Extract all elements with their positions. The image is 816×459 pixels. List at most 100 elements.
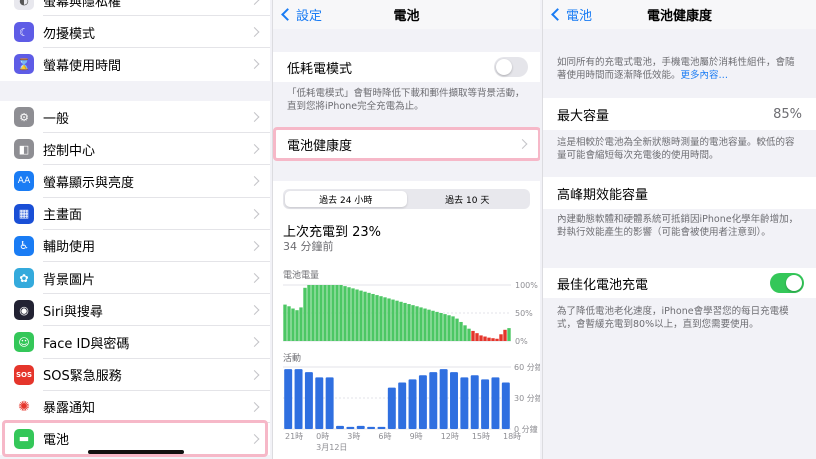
level-bar xyxy=(331,285,335,341)
settings-item-label: 螢幕與隱私權 xyxy=(43,0,122,10)
wallpaper-icon: ✿ xyxy=(14,268,34,289)
level-bar xyxy=(495,338,499,341)
level-bar xyxy=(411,305,415,341)
settings-item-general[interactable]: ⚙ 一般 xyxy=(0,101,270,134)
settings-item-control-center[interactable]: ◧ 控制中心 xyxy=(0,133,270,166)
settings-item-label: 勿擾模式 xyxy=(43,26,96,42)
settings-item-display[interactable]: AA 螢幕顯示與亮度 xyxy=(0,165,270,198)
level-bar xyxy=(347,287,351,341)
level-bar xyxy=(307,285,311,341)
chevron-left-icon xyxy=(551,8,564,21)
battery-level-chart: 電池電量 100% 50% 0% xyxy=(283,269,538,346)
level-bar xyxy=(355,289,359,341)
nav-bar: 電池 電池健康度 xyxy=(543,0,816,29)
x-tick-label: 18時 xyxy=(503,432,521,441)
tab-24-hours[interactable]: 過去 24 小時 xyxy=(285,191,407,207)
max-capacity-note: 這是相較於電池為全新狀態時測量的電池容量。較低的容量可能會縮短每次充電後的使用時… xyxy=(557,137,795,161)
optimized-charging-note: 為了降低電池老化速度，iPhone會學習您的每日充電模式，會暫緩充電到80%以上… xyxy=(557,306,789,330)
level-bar xyxy=(363,291,367,341)
settings-item-exposure[interactable]: ✺ 暴露通知 xyxy=(0,391,270,423)
page-title: 電池 xyxy=(393,9,420,24)
activity-bar xyxy=(398,382,407,429)
settings-item-wallpaper[interactable]: ✿ 背景圖片 xyxy=(0,262,270,295)
settings-item-home-screen[interactable]: ▦ 主畫面 xyxy=(0,198,270,230)
battery-health-row[interactable]: 電池健康度 xyxy=(273,130,540,158)
settings-item-dnd[interactable]: ☾ 勿擾模式 xyxy=(0,16,270,49)
peak-performance-label: 高峰期效能容量 xyxy=(557,187,649,203)
settings-item-label: 螢幕使用時間 xyxy=(43,58,122,74)
activity-bar xyxy=(429,372,438,429)
more-info-link[interactable]: 更多內容… xyxy=(681,70,729,81)
level-bar xyxy=(375,295,379,341)
low-power-label: 低耗電模式 xyxy=(287,61,353,77)
level-bar xyxy=(287,306,291,341)
chart-title: 電池電量 xyxy=(283,269,319,281)
settings-item-privacy[interactable]: ◐ 螢幕與隱私權 xyxy=(0,0,270,17)
x-tick-label: 15時 xyxy=(472,432,490,441)
level-bar xyxy=(439,313,443,341)
y-tick-label: 50% xyxy=(515,309,533,318)
activity-bar xyxy=(491,377,500,429)
x-tick-label: 3時 xyxy=(347,432,360,441)
settings-item-sos[interactable]: SOS SOS緊急服務 xyxy=(0,359,270,391)
display-brightness-icon: AA xyxy=(14,171,34,192)
level-bar xyxy=(335,285,339,341)
activity-bar xyxy=(336,425,344,429)
level-bar xyxy=(415,306,419,341)
x-tick-label: 12時 xyxy=(441,432,459,441)
settings-item-label: Face ID與密碼 xyxy=(43,336,130,352)
settings-item-label: 暴露通知 xyxy=(43,401,96,417)
control-center-icon: ◧ xyxy=(14,139,34,160)
activity-bar xyxy=(325,377,334,429)
level-bar xyxy=(447,315,451,341)
activity-bar xyxy=(377,426,386,429)
level-bar xyxy=(451,316,455,341)
activity-bar xyxy=(501,382,510,429)
level-bar xyxy=(323,285,327,341)
settings-item-face-id[interactable]: ☺ Face ID與密碼 xyxy=(0,326,270,359)
max-capacity-row: 最大容量 85% xyxy=(543,98,816,130)
y-tick-label: 100% xyxy=(515,281,538,290)
activity-bar xyxy=(387,387,396,429)
level-bar xyxy=(503,329,507,341)
settings-item-accessibility[interactable]: ♿ 輔助使用 xyxy=(0,230,270,262)
battery-panel: 設定 電池 低耗電模式 「低耗電模式」會暫時降低下載和郵件擷取等背景活動，直到您… xyxy=(272,0,540,459)
level-bar xyxy=(383,297,387,341)
level-bar xyxy=(403,302,407,341)
level-bar xyxy=(455,318,459,341)
health-intro-text: 如同所有的充電式電池，手機電池屬於消耗性組件，會隨著使用時間而逐漸降低效能。 xyxy=(557,57,795,81)
level-bar xyxy=(299,307,303,341)
optimized-charging-row: 最佳化電池充電 xyxy=(543,268,816,298)
activity-bar xyxy=(367,426,376,429)
nav-bar: 設定 電池 xyxy=(273,0,540,29)
max-capacity-value: 85% xyxy=(773,106,802,122)
level-bar xyxy=(391,299,395,341)
activity-bar xyxy=(408,379,417,429)
level-bar xyxy=(351,288,355,341)
time-range-segmented: 過去 24 小時 過去 10 天 xyxy=(283,189,530,209)
x-date-label: 3月12日 xyxy=(316,443,347,452)
x-tick-label: 0時 xyxy=(316,432,329,441)
siri-icon: ◉ xyxy=(14,300,34,321)
level-bar xyxy=(399,301,403,341)
low-power-toggle[interactable] xyxy=(494,57,528,77)
level-bar xyxy=(491,338,495,341)
optimized-charging-toggle[interactable] xyxy=(770,273,804,293)
back-button[interactable]: 電池 xyxy=(551,0,592,29)
settings-item-siri[interactable]: ◉ Siri與搜尋 xyxy=(0,294,270,327)
moon-icon: ☾ xyxy=(14,22,34,43)
settings-item-label: Siri與搜尋 xyxy=(43,304,103,320)
low-power-row: 低耗電模式 xyxy=(273,52,540,82)
level-bar xyxy=(295,310,299,341)
activity-bar xyxy=(356,425,365,429)
level-bar xyxy=(423,308,427,341)
back-label: 電池 xyxy=(566,9,593,24)
back-button[interactable]: 設定 xyxy=(281,0,322,29)
level-bar xyxy=(431,310,435,341)
activity-chart: 活動60 分鐘30 分鐘0 分鐘21時 0時 3時 6時 9時 12時 15時 18時3月12… xyxy=(283,353,540,452)
tab-10-days[interactable]: 過去 10 天 xyxy=(407,191,529,207)
accessibility-icon: ♿ xyxy=(14,235,34,256)
settings-item-screen-time[interactable]: ⌛ 螢幕使用時間 xyxy=(0,48,270,80)
level-bar xyxy=(343,286,347,341)
level-bar xyxy=(435,311,439,341)
